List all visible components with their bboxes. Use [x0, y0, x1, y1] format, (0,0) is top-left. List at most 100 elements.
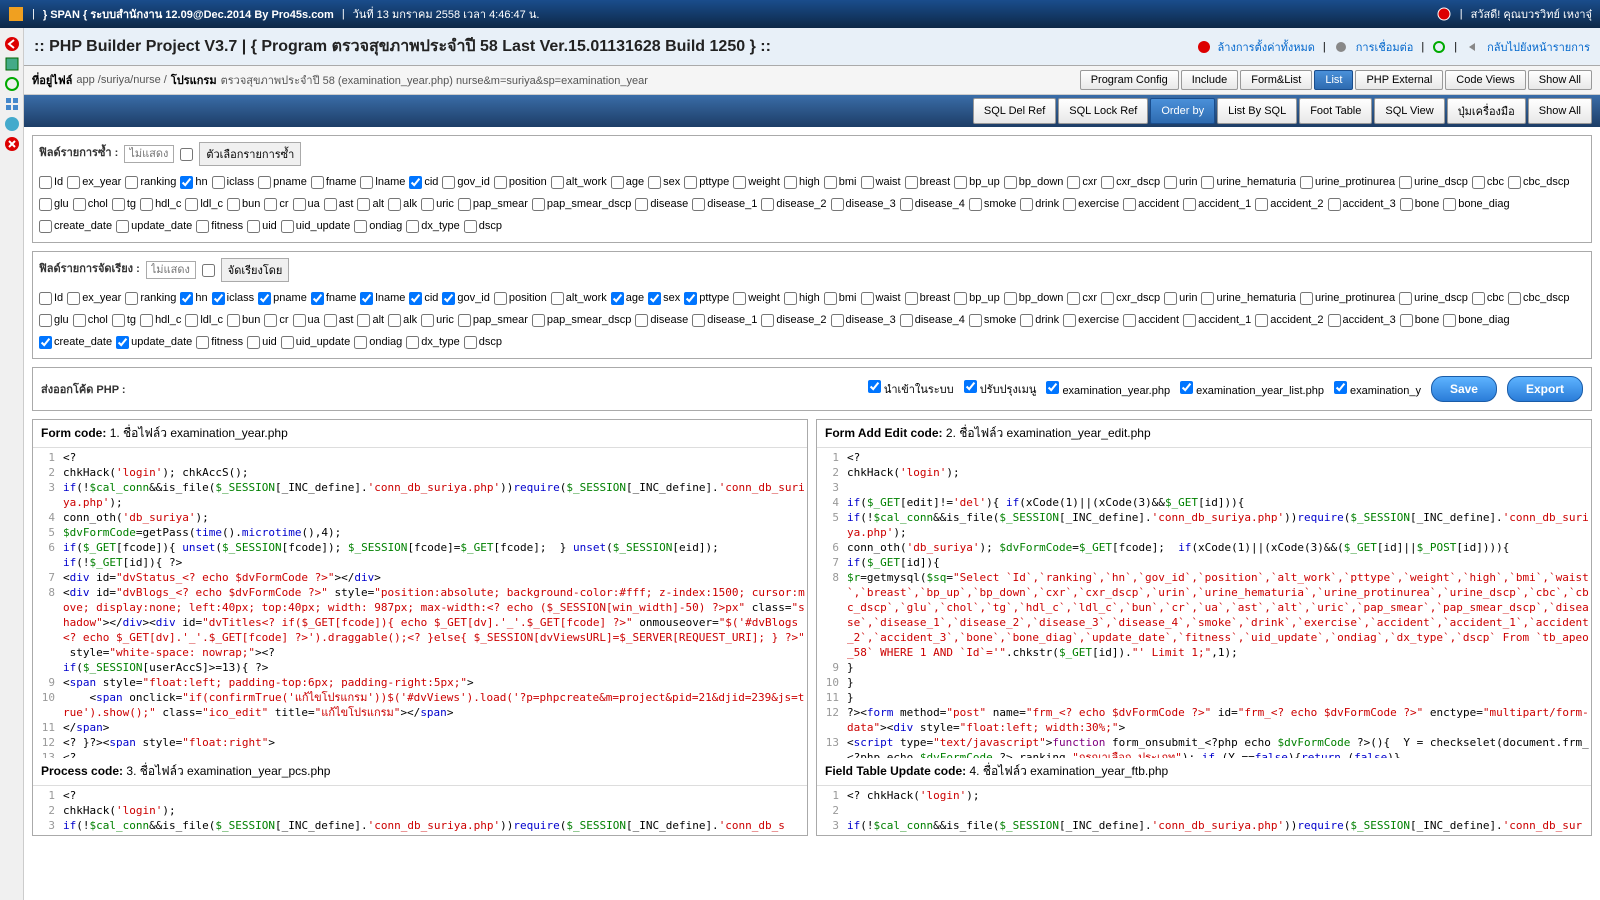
- field-checkbox-bmi[interactable]: [824, 176, 837, 189]
- field-ast[interactable]: ast: [324, 310, 354, 330]
- field-glu[interactable]: glu: [39, 310, 69, 330]
- field-checkbox-ua[interactable]: [293, 198, 306, 211]
- field-checkbox-sex[interactable]: [648, 292, 661, 305]
- field-checkbox-cxr_dscp[interactable]: [1101, 176, 1114, 189]
- field-cxr_dscp[interactable]: cxr_dscp: [1101, 288, 1160, 308]
- field-tg[interactable]: tg: [112, 194, 136, 214]
- field-ondiag[interactable]: ondiag: [354, 332, 402, 352]
- import-checkbox-label[interactable]: นำเข้าในระบบ: [868, 380, 954, 398]
- field-alk[interactable]: alk: [388, 310, 417, 330]
- field-accident_3[interactable]: accident_3: [1328, 310, 1396, 330]
- field-bun[interactable]: bun: [227, 310, 260, 330]
- field-checkbox-urine_dscp[interactable]: [1399, 176, 1412, 189]
- field-accident_3[interactable]: accident_3: [1328, 194, 1396, 214]
- field-disease_1[interactable]: disease_1: [692, 194, 757, 214]
- field-checkbox-dx_type[interactable]: [406, 336, 419, 349]
- field-weight[interactable]: weight: [733, 288, 780, 308]
- field-bmi[interactable]: bmi: [824, 172, 857, 192]
- field-checkbox-chol[interactable]: [73, 198, 86, 211]
- field-gov_id[interactable]: gov_id: [442, 172, 489, 192]
- field-checkbox-bp_down[interactable]: [1004, 176, 1017, 189]
- tab-list[interactable]: List: [1314, 70, 1353, 90]
- field-pttype[interactable]: pttype: [684, 288, 729, 308]
- back-icon[interactable]: [4, 36, 20, 52]
- field-uid[interactable]: uid: [247, 332, 277, 352]
- field-checkbox-pap_smear[interactable]: [458, 198, 471, 211]
- close-icon[interactable]: [4, 136, 20, 152]
- field-dscp[interactable]: dscp: [464, 216, 502, 236]
- tool-foot-table[interactable]: Foot Table: [1299, 98, 1372, 124]
- field-checkbox-ast[interactable]: [324, 198, 337, 211]
- field-gov_id[interactable]: gov_id: [442, 288, 489, 308]
- repeat-toggle-checkbox[interactable]: [180, 148, 193, 161]
- field-cbc[interactable]: cbc: [1472, 288, 1504, 308]
- field-pap_smear_dscp[interactable]: pap_smear_dscp: [532, 310, 631, 330]
- field-ranking[interactable]: ranking: [125, 288, 176, 308]
- field-checkbox-hdl_c[interactable]: [140, 198, 153, 211]
- field-id[interactable]: Id: [39, 172, 63, 192]
- field-urine_dscp[interactable]: urine_dscp: [1399, 288, 1468, 308]
- field-checkbox-fname[interactable]: [311, 292, 324, 305]
- sort-filter-input[interactable]: [146, 261, 196, 279]
- field-checkbox-high[interactable]: [784, 292, 797, 305]
- field-pttype[interactable]: pttype: [684, 172, 729, 192]
- field-accident[interactable]: accident: [1123, 310, 1179, 330]
- field-fitness[interactable]: fitness: [196, 216, 243, 236]
- field-checkbox-bone_diag[interactable]: [1443, 198, 1456, 211]
- field-checkbox-bone_diag[interactable]: [1443, 314, 1456, 327]
- field-ondiag[interactable]: ondiag: [354, 216, 402, 236]
- field-checkbox-accident_2[interactable]: [1255, 314, 1268, 327]
- field-lname[interactable]: lname: [360, 172, 405, 192]
- field-checkbox-hn[interactable]: [180, 292, 193, 305]
- field-checkbox-pap_smear_dscp[interactable]: [532, 198, 545, 211]
- field-bp_up[interactable]: bp_up: [954, 172, 1000, 192]
- clear-settings-link[interactable]: ล้างการตั้งค่าทั้งหมด: [1218, 38, 1315, 56]
- field-checkbox-waist[interactable]: [861, 176, 874, 189]
- field-fname[interactable]: fname: [311, 172, 357, 192]
- field-checkbox-cr[interactable]: [264, 314, 277, 327]
- field-checkbox-hn[interactable]: [180, 176, 193, 189]
- field-checkbox-create_date[interactable]: [39, 220, 52, 233]
- tool-sql-lock-ref[interactable]: SQL Lock Ref: [1058, 98, 1148, 124]
- field-create_date[interactable]: create_date: [39, 216, 112, 236]
- field-checkbox-urine_hematuria[interactable]: [1201, 176, 1214, 189]
- field-accident_1[interactable]: accident_1: [1183, 310, 1251, 330]
- tool-show-all[interactable]: Show All: [1528, 98, 1592, 124]
- field-checkbox-urin[interactable]: [1164, 176, 1177, 189]
- field-checkbox-bone[interactable]: [1400, 314, 1413, 327]
- field-dx_type[interactable]: dx_type: [406, 216, 460, 236]
- field-ldl_c[interactable]: ldl_c: [185, 310, 223, 330]
- field-checkbox-urine_hematuria[interactable]: [1201, 292, 1214, 305]
- field-uric[interactable]: uric: [421, 194, 454, 214]
- field-urin[interactable]: urin: [1164, 172, 1197, 192]
- field-ast[interactable]: ast: [324, 194, 354, 214]
- field-checkbox-create_date[interactable]: [39, 336, 52, 349]
- tool-sql-del-ref[interactable]: SQL Del Ref: [973, 98, 1056, 124]
- tab-program-config[interactable]: Program Config: [1080, 70, 1179, 90]
- field-disease_4[interactable]: disease_4: [900, 310, 965, 330]
- field-high[interactable]: high: [784, 288, 820, 308]
- field-checkbox-lname[interactable]: [360, 176, 373, 189]
- field-cid[interactable]: cid: [409, 172, 438, 192]
- file3-checkbox[interactable]: [1334, 381, 1347, 394]
- field-checkbox-disease_3[interactable]: [831, 198, 844, 211]
- field-pname[interactable]: pname: [258, 172, 307, 192]
- field-cid[interactable]: cid: [409, 288, 438, 308]
- field-hn[interactable]: hn: [180, 172, 207, 192]
- field-glu[interactable]: glu: [39, 194, 69, 214]
- field-checkbox-cbc[interactable]: [1472, 176, 1485, 189]
- field-checkbox-ranking[interactable]: [125, 292, 138, 305]
- field-checkbox-cbc_dscp[interactable]: [1508, 292, 1521, 305]
- tool-sql-view[interactable]: SQL View: [1374, 98, 1444, 124]
- field-checkbox-exercise[interactable]: [1063, 198, 1076, 211]
- field-checkbox-urine_protinurea[interactable]: [1300, 292, 1313, 305]
- field-checkbox-pname[interactable]: [258, 292, 271, 305]
- export-button[interactable]: Export: [1507, 376, 1583, 402]
- field-checkbox-urine_protinurea[interactable]: [1300, 176, 1313, 189]
- field-checkbox-pttype[interactable]: [684, 176, 697, 189]
- field-checkbox-accident_1[interactable]: [1183, 198, 1196, 211]
- field-urine_protinurea[interactable]: urine_protinurea: [1300, 172, 1395, 192]
- save-button[interactable]: Save: [1431, 376, 1497, 402]
- field-checkbox-ua[interactable]: [293, 314, 306, 327]
- field-checkbox-fitness[interactable]: [196, 220, 209, 233]
